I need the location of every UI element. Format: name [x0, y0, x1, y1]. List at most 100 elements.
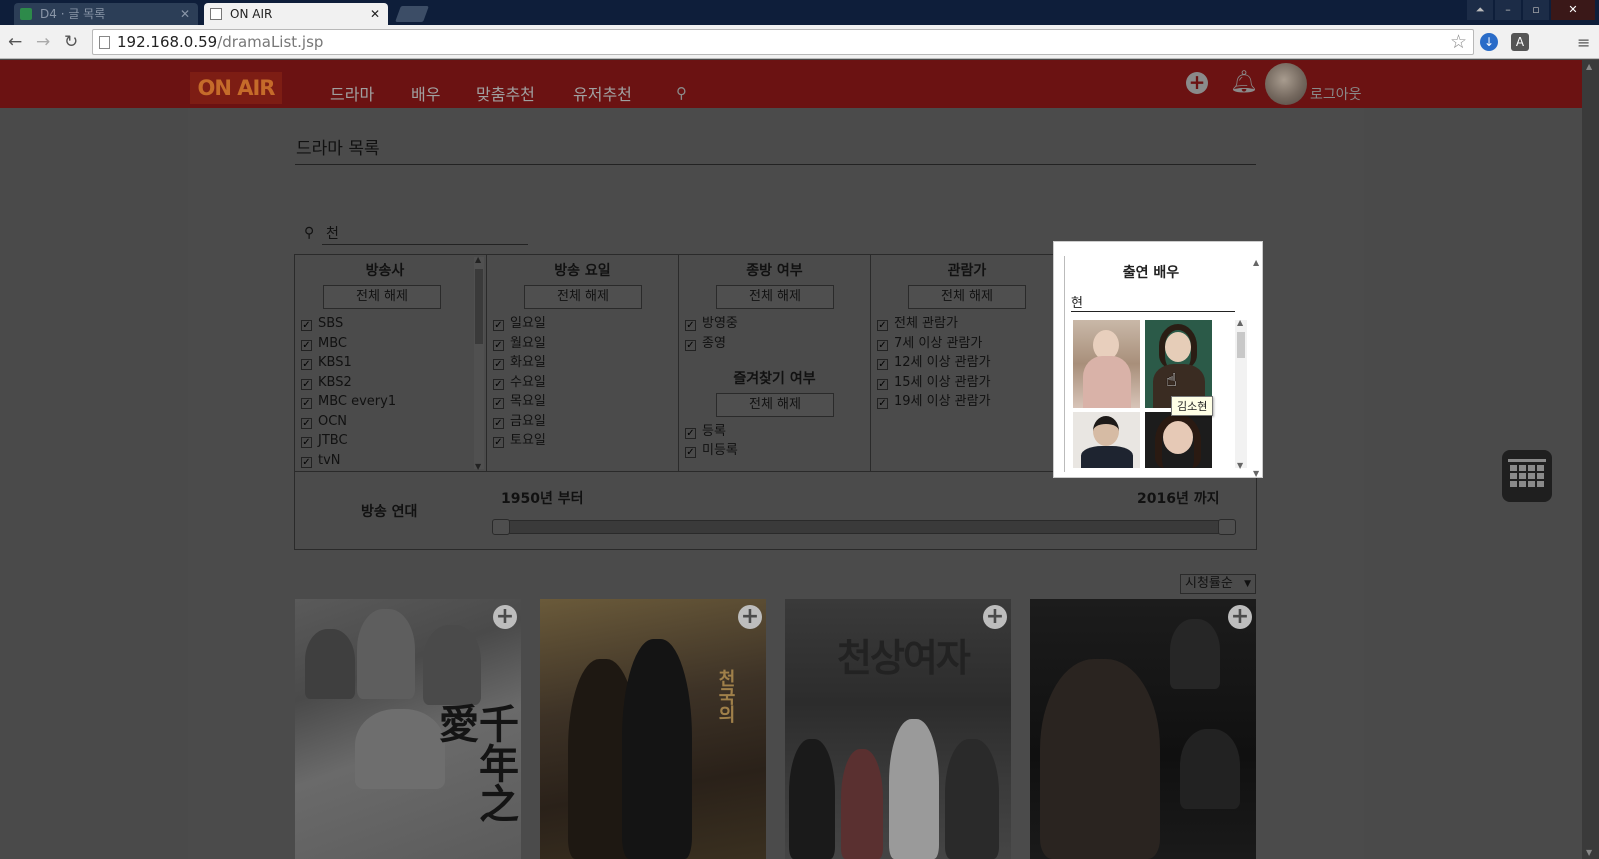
avatar[interactable] [1265, 63, 1307, 105]
checkbox-icon[interactable]: ✓ [877, 379, 888, 390]
page-scrollbar[interactable]: ▲ ▼ [1582, 60, 1599, 859]
checkbox-icon[interactable]: ✓ [301, 437, 312, 448]
scrollbar-thumb[interactable] [1237, 332, 1245, 358]
site-logo[interactable]: ON AIR [190, 72, 282, 104]
clear-all-button[interactable]: 전체 해제 [716, 285, 834, 309]
checkbox-item[interactable]: ✓ 등록 [685, 423, 726, 443]
window-close-button[interactable]: ✕ [1551, 0, 1595, 20]
scrollbar-thumb[interactable] [475, 269, 483, 344]
clear-all-button[interactable]: 전체 해제 [524, 285, 642, 309]
slider-handle-start[interactable] [492, 519, 510, 535]
drama-search-input[interactable]: 천 [326, 223, 339, 243]
checkbox-icon[interactable]: ✓ [301, 359, 312, 370]
checkbox-icon[interactable]: ✓ [301, 379, 312, 390]
checkbox-item[interactable]: ✓ tvN [301, 452, 341, 472]
scroll-up-icon[interactable]: ▲ [475, 255, 481, 264]
maximize-button[interactable]: ▫ [1523, 0, 1549, 20]
checkbox-item[interactable]: ✓ 종영 [685, 335, 726, 355]
actor-thumbnail[interactable] [1073, 412, 1140, 468]
actor-search-input[interactable]: 현 [1071, 292, 1235, 312]
scroll-down-icon[interactable]: ▼ [1586, 848, 1592, 857]
checkbox-icon[interactable]: ✓ [685, 340, 696, 351]
search-icon[interactable]: ⚲ [676, 84, 687, 102]
checkbox-item[interactable]: ✓ 목요일 [493, 393, 546, 413]
clear-all-button[interactable]: 전체 해제 [716, 393, 834, 417]
browser-tab-2[interactable]: ON AIR ✕ [204, 3, 388, 25]
add-favorite-icon[interactable]: + [1228, 605, 1252, 629]
nav-custom-recommend[interactable]: 맞춤추천 [476, 81, 535, 105]
add-favorite-icon[interactable]: + [493, 605, 517, 629]
checkbox-icon[interactable]: ✓ [301, 320, 312, 331]
profile-icon[interactable]: ⏶ [1467, 0, 1493, 20]
logout-link[interactable]: 로그아웃 [1310, 84, 1362, 104]
actor-filter-scrollbar[interactable]: ▲ ▼ [1251, 258, 1263, 478]
close-icon[interactable]: ✕ [180, 3, 190, 25]
scroll-up-icon[interactable]: ▲ [1586, 62, 1592, 71]
drama-poster[interactable]: 千年之愛 + [295, 599, 521, 859]
checkbox-icon[interactable]: ✓ [685, 447, 696, 458]
checkbox-item[interactable]: ✓ KBS1 [301, 354, 352, 374]
adblock-extension-icon[interactable]: A [1511, 33, 1529, 51]
checkbox-icon[interactable]: ✓ [493, 418, 504, 429]
checkbox-item[interactable]: ✓ MBC every1 [301, 393, 396, 413]
checkbox-item[interactable]: ✓ 12세 이상 관람가 [877, 354, 991, 374]
scroll-up-icon[interactable]: ▲ [1237, 318, 1243, 327]
browser-tab-1[interactable]: D4 · 글 목록 ✕ [14, 3, 198, 25]
checkbox-item[interactable]: ✓ 19세 이상 관람가 [877, 393, 991, 413]
url-input[interactable]: 192.168.0.59/dramaList.jsp ☆ [92, 29, 1474, 55]
checkbox-icon[interactable]: ✓ [301, 457, 312, 468]
checkbox-item[interactable]: ✓ 금요일 [493, 413, 546, 433]
clear-all-button[interactable]: 전체 해제 [908, 285, 1026, 309]
drama-poster[interactable]: + [1030, 599, 1256, 859]
checkbox-icon[interactable]: ✓ [493, 340, 504, 351]
checkbox-item[interactable]: ✓ SBS [301, 315, 343, 335]
scroll-down-icon[interactable]: ▼ [1253, 469, 1259, 478]
filter-scrollbar[interactable]: ▲ ▼ [474, 255, 484, 471]
checkbox-item[interactable]: ✓ 15세 이상 관람가 [877, 374, 991, 394]
era-range-slider[interactable] [492, 519, 1236, 535]
reload-icon[interactable]: ↻ [64, 32, 78, 52]
minimize-button[interactable]: – [1495, 0, 1521, 20]
checkbox-item[interactable]: ✓ OCN [301, 413, 347, 433]
add-favorite-icon[interactable]: + [983, 605, 1007, 629]
back-icon[interactable]: ← [8, 32, 22, 52]
sort-select[interactable]: 시청률순 ▼ [1180, 574, 1256, 594]
checkbox-item[interactable]: ✓ 방영중 [685, 315, 738, 335]
checkbox-icon[interactable]: ✓ [493, 379, 504, 390]
checkbox-icon[interactable]: ✓ [877, 320, 888, 331]
checkbox-item[interactable]: ✓ 월요일 [493, 335, 546, 355]
scroll-up-icon[interactable]: ▲ [1253, 258, 1259, 267]
calendar-icon[interactable] [1502, 450, 1552, 502]
checkbox-item[interactable]: ✓ MBC [301, 335, 347, 355]
checkbox-icon[interactable]: ✓ [493, 320, 504, 331]
download-extension-icon[interactable]: ↓ [1480, 33, 1498, 51]
nav-actor[interactable]: 배우 [411, 81, 440, 105]
checkbox-item[interactable]: ✓ JTBC [301, 432, 348, 452]
checkbox-icon[interactable]: ✓ [685, 428, 696, 439]
drama-poster[interactable]: 천상여자 + [785, 599, 1011, 859]
checkbox-icon[interactable]: ✓ [493, 359, 504, 370]
checkbox-icon[interactable]: ✓ [301, 418, 312, 429]
checkbox-item[interactable]: ✓ 토요일 [493, 432, 546, 452]
checkbox-icon[interactable]: ✓ [301, 340, 312, 351]
scroll-down-icon[interactable]: ▼ [1237, 461, 1243, 470]
checkbox-item[interactable]: ✓ 미등록 [685, 442, 738, 462]
bell-icon[interactable]: 🔔︎ [1230, 70, 1258, 95]
actor-list-scrollbar[interactable]: ▲ ▼ [1235, 318, 1247, 470]
checkbox-icon[interactable]: ✓ [685, 320, 696, 331]
new-tab-button[interactable] [395, 6, 429, 22]
checkbox-item[interactable]: ✓ 일요일 [493, 315, 546, 335]
actor-thumbnail[interactable] [1073, 320, 1140, 408]
checkbox-item[interactable]: ✓ 전체 관람가 [877, 315, 958, 335]
clear-all-button[interactable]: 전체 해제 [323, 285, 441, 309]
checkbox-icon[interactable]: ✓ [493, 398, 504, 409]
nav-drama[interactable]: 드라마 [330, 81, 374, 105]
drama-poster[interactable]: 천국의 + [540, 599, 766, 859]
actor-thumbnail[interactable] [1145, 412, 1212, 468]
checkbox-icon[interactable]: ✓ [301, 398, 312, 409]
checkbox-item[interactable]: ✓ 7세 이상 관람가 [877, 335, 982, 355]
add-favorite-icon[interactable]: + [738, 605, 762, 629]
checkbox-item[interactable]: ✓ 수요일 [493, 374, 546, 394]
forward-icon[interactable]: → [36, 32, 50, 52]
close-icon[interactable]: ✕ [370, 3, 380, 25]
